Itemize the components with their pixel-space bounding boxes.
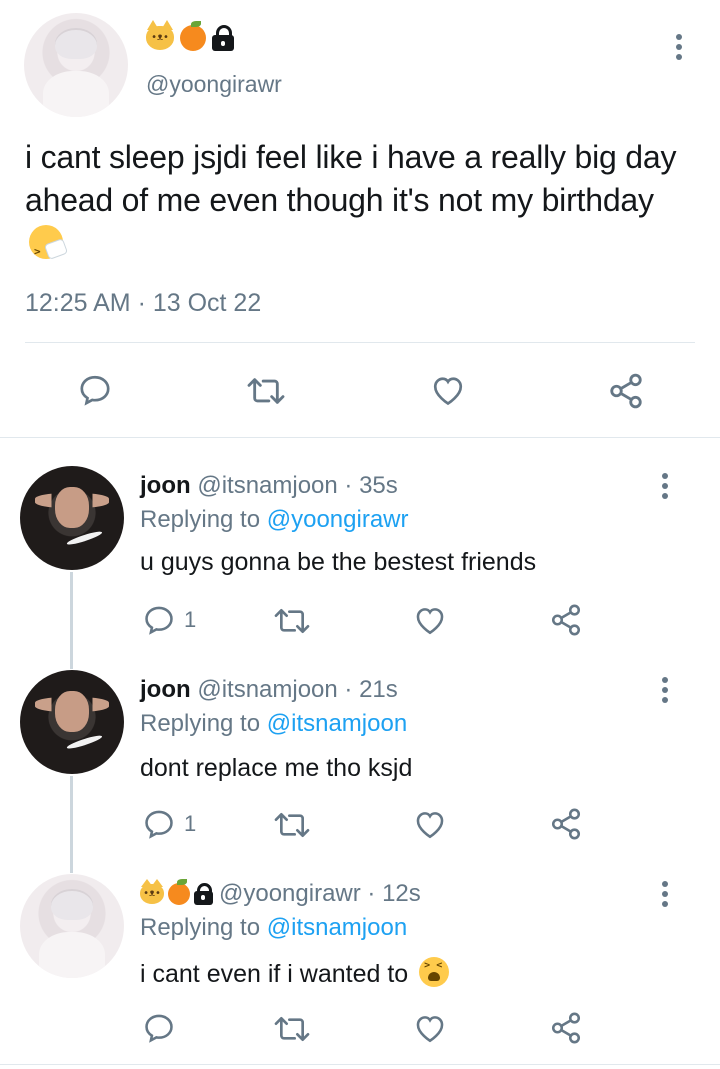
reply-2-avatar[interactable]: [20, 670, 124, 774]
reply-1-avatar[interactable]: [20, 466, 124, 570]
share-icon: [551, 808, 581, 840]
reply-3-share-button[interactable]: [549, 1011, 583, 1045]
main-name-emojis: •ᴥ•: [146, 20, 234, 51]
main-like-button[interactable]: [430, 372, 466, 408]
lock-icon: [212, 25, 234, 51]
reply-icon: [145, 606, 173, 635]
reply-3-retweet-button[interactable]: [273, 1013, 311, 1045]
reply-icon: [145, 1014, 173, 1043]
reply-3-header[interactable]: •ᴥ• @yoongirawr · 12s: [140, 879, 421, 908]
reply-2-meta: @itsnamjoon · 21s: [197, 676, 398, 703]
reply-3-meta: @yoongirawr · 12s: [219, 880, 421, 907]
weary-face-emoji: [419, 957, 450, 987]
thread-line: [70, 572, 73, 669]
reply-3-like-button[interactable]: [413, 1011, 447, 1045]
reply-1-meta: @itsnamjoon · 35s: [197, 472, 398, 499]
reply-1-header[interactable]: joon @itsnamjoon · 35s: [140, 472, 398, 500]
reply-icon: [80, 375, 110, 406]
reply-3-mention-link[interactable]: @itsnamjoon: [267, 914, 407, 941]
main-more-icon[interactable]: [675, 34, 683, 60]
reply-3-text: i cant even if i wanted to: [140, 957, 450, 989]
main-timestamp[interactable]: 12:25 AM · 13 Oct 22: [25, 289, 261, 318]
reply-1-more-icon[interactable]: [661, 473, 669, 499]
lock-icon: [194, 883, 213, 905]
heart-icon: [433, 377, 463, 406]
cat-emoji: •ᴥ•: [140, 879, 164, 904]
reply-1-mention-link[interactable]: @yoongirawr: [267, 506, 409, 533]
bottom-divider: [0, 1064, 720, 1065]
tangerine-emoji: [180, 21, 206, 51]
reply-1-name[interactable]: joon: [140, 472, 191, 499]
reply-2-share-button[interactable]: [549, 807, 583, 841]
reply-2-mention-link[interactable]: @itsnamjoon: [267, 710, 407, 737]
reply-3-avatar[interactable]: [20, 874, 124, 978]
heart-icon: [416, 608, 444, 635]
thread-line: [70, 776, 73, 873]
main-avatar[interactable]: [24, 13, 128, 117]
main-share-button[interactable]: [607, 372, 645, 410]
retweet-icon: [274, 1017, 310, 1041]
heart-icon: [416, 812, 444, 839]
reply-1-reply-button[interactable]: 1: [142, 603, 196, 637]
sneezing-face-emoji: [29, 225, 63, 273]
reply-3-name-emojis: •ᴥ•: [140, 879, 213, 905]
retweet-icon: [247, 378, 285, 404]
share-icon: [551, 1012, 581, 1044]
reply-2-replying-to: Replying to @itsnamjoon: [140, 710, 408, 737]
reply-3-more-icon[interactable]: [661, 881, 669, 907]
reply-1-retweet-button[interactable]: [273, 605, 311, 637]
reply-3-reply-button[interactable]: [142, 1011, 176, 1045]
reply-1-share-button[interactable]: [549, 603, 583, 637]
reply-icon: [145, 810, 173, 839]
reply-1-text: u guys gonna be the bestest friends: [140, 548, 537, 576]
main-divider-bottom: [0, 437, 720, 438]
share-icon: [551, 604, 581, 636]
reply-3-replying-to: Replying to @itsnamjoon: [140, 914, 408, 941]
reply-2-text: dont replace me tho ksjd: [140, 754, 413, 782]
share-icon: [610, 373, 642, 409]
reply-1-replying-to: Replying to @yoongirawr: [140, 506, 409, 533]
main-divider-top: [25, 342, 695, 343]
retweet-icon: [274, 813, 310, 837]
reply-2-reply-button[interactable]: 1: [142, 807, 196, 841]
reply-2-header[interactable]: joon @itsnamjoon · 21s: [140, 676, 398, 704]
reply-1-reply-count: 1: [184, 607, 197, 632]
reply-2-retweet-button[interactable]: [273, 809, 311, 841]
tangerine-emoji: [168, 879, 190, 905]
main-tweet-text: i cant sleep jsjdi feel like i have a re…: [25, 136, 695, 273]
main-handle[interactable]: @yoongirawr: [146, 71, 282, 98]
reply-1-like-button[interactable]: [413, 603, 447, 637]
reply-2-more-icon[interactable]: [661, 677, 669, 703]
heart-icon: [416, 1016, 444, 1043]
cat-emoji: •ᴥ•: [146, 20, 174, 50]
reply-2-reply-count: 1: [184, 811, 197, 836]
reply-2-like-button[interactable]: [413, 807, 447, 841]
retweet-icon: [274, 609, 310, 633]
main-retweet-button[interactable]: [246, 374, 286, 408]
reply-2-name[interactable]: joon: [140, 676, 191, 703]
main-reply-button[interactable]: [77, 372, 113, 408]
